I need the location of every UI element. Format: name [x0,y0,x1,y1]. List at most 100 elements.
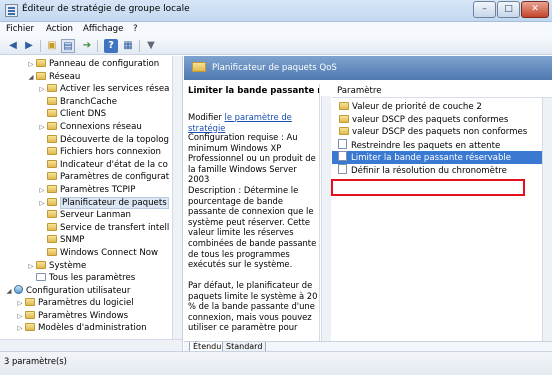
filter-icon[interactable]: ▼ [144,39,158,53]
tree-item-label: Service de transfert intell [60,222,170,233]
list-item[interactable]: Valeur de priorité de couche 2 [332,101,552,114]
tree-item[interactable]: Service de transfert intell [0,222,178,235]
list-item-label: valeur DSCP des paquets non conformes [352,127,528,138]
tree-item[interactable]: Découverte de la topolog [0,134,178,147]
folder-icon [47,247,57,256]
list-item[interactable]: Restreindre les paquets en attente [332,138,552,152]
folder-icon [36,71,46,80]
expand-arrow-icon[interactable]: ▷ [38,184,46,197]
tree-item[interactable]: ▷ Paramètres du logiciel [0,297,178,310]
list-vscroll[interactable] [542,98,552,341]
highlight-annotation [331,179,525,196]
folder-icon [47,210,57,219]
column-header-parametre[interactable]: Paramètre [332,84,552,98]
tree-item[interactable]: Indicateur d'état de la co [0,159,178,172]
tree-item[interactable]: ▷ Panneau de configuration [0,58,178,71]
tree-item[interactable]: ▷ Activer les services résea [0,83,178,96]
tree-item[interactable]: ▷ Paramètres Windows [0,310,178,323]
collapse-arrow-icon[interactable]: ◢ [27,71,35,84]
menu-fichier[interactable]: Fichier [6,24,34,34]
list-item-label: Restreindre les paquets en attente [351,140,501,151]
tree-item[interactable]: ▷ Modèles d'administration [0,322,178,335]
expand-arrow-icon[interactable]: ▷ [38,197,46,210]
tree-vscroll[interactable] [172,56,182,339]
tree-item[interactable]: SNMP [0,234,178,247]
description-title: Limiter la bande passante réservable [188,86,319,96]
policy-setting-icon [338,151,347,162]
folder-icon [25,298,35,307]
tree-item[interactable]: Windows Connect Now [0,247,178,260]
tree-item[interactable]: Fichiers hors connexion [0,146,178,159]
expand-arrow-icon[interactable]: ▷ [16,297,24,310]
status-bar: 3 paramètre(s) [0,351,552,375]
tree-item[interactable]: ▷ Système [0,260,178,273]
minimize-button[interactable]: – [473,1,496,18]
tree-item[interactable]: ▷ Planificateur de paquets [0,196,178,210]
list-item-label: Valeur de priorité de couche 2 [352,102,482,112]
folder-icon [47,134,57,143]
modify-prefix: Modifier [188,112,225,122]
folder-icon [339,102,349,110]
folder-icon [339,114,349,123]
list-item[interactable]: valeur DSCP des paquets conformes [332,114,552,127]
policy-setting-icon [338,163,347,174]
maximize-button[interactable]: □ [497,1,520,18]
folder-icon [339,127,349,136]
tree-item[interactable]: BranchCache [0,96,178,109]
tree-item-label: Panneau de configuration [49,59,160,69]
expand-arrow-icon[interactable]: ▷ [16,322,24,335]
tree-item-label: Windows Connect Now [60,247,159,258]
tree-item[interactable]: ◢ Configuration utilisateur [0,284,178,298]
menu-action[interactable]: Action [46,24,73,34]
forward-icon[interactable]: ▶ [22,39,36,53]
properties-icon[interactable]: ▦ [121,39,135,53]
folder-icon [47,222,57,231]
folder-icon [36,260,46,269]
up-icon[interactable]: ▣ [45,39,59,53]
tree-item[interactable]: Client DNS [0,108,178,121]
back-icon[interactable]: ◀ [6,39,20,53]
list-item[interactable]: valeur DSCP des paquets non conformes [332,126,552,139]
tree-item-label: Système [49,260,87,271]
tree-item-label: Fichiers hors connexion [60,147,161,158]
list-item[interactable]: Limiter la bande passante réservable [332,151,552,164]
tree-pane[interactable]: ▷ Panneau de configuration ◢ Réseau ▷ Activer… [0,56,183,351]
tree-item[interactable]: Serveur Lanman [0,209,178,222]
collapse-arrow-icon[interactable]: ◢ [5,285,13,298]
requirements-text: Configuration requise : Au minimum Windo… [188,132,316,185]
list-item[interactable]: Définir la résolution du chronomètre [332,163,552,177]
tree-item[interactable]: ◢ Réseau [0,71,178,84]
expand-arrow-icon[interactable]: ▷ [16,310,24,323]
description-text: Description : Détermine le pourcentage d… [188,185,317,270]
expand-arrow-icon[interactable]: ▷ [38,83,46,96]
folder-icon [47,172,57,181]
tree-item[interactable]: ▷ Connexions réseau [0,121,178,134]
close-button[interactable]: ✕ [521,1,549,18]
tree-item-label: Paramètres Windows [38,310,129,321]
help-icon[interactable]: ? [104,39,118,53]
details-header: Planificateur de paquets QoS [184,56,552,80]
tree-hscroll[interactable] [0,339,182,351]
description-pane: Limiter la bande passante réservable Mod… [184,84,320,341]
show-tree-icon[interactable]: ▤ [61,39,75,53]
description-vscroll[interactable] [321,96,331,343]
expand-arrow-icon[interactable]: ▷ [27,260,35,273]
tree-item-label: Activer les services résea [60,84,170,95]
tree-item-label: Serveur Lanman [60,210,131,221]
expand-arrow-icon[interactable]: ▷ [27,58,35,71]
tree-item[interactable]: ▷ Paramètres TCPIP [0,184,178,197]
folder-icon [25,323,35,332]
folder-icon [47,159,57,168]
details-pane: Planificateur de paquets QoS Limiter la … [184,56,552,352]
tree-item[interactable]: Tous les paramètres [0,272,178,285]
tree-item-label: Paramètres du logiciel [38,298,134,309]
toolbar: ◀ ▶ ▣ ▤ ➔ ? ▦ ▼ [0,37,552,55]
tree-item[interactable]: Paramètres de configurat [0,171,178,184]
menu-affichage[interactable]: Affichage [83,24,123,34]
toolbar-separator [40,40,41,52]
expand-arrow-icon[interactable]: ▷ [38,121,46,134]
export-icon[interactable]: ➔ [80,39,94,53]
toolbar-separator [139,40,140,52]
list-item-label: Définir la résolution du chronomètre [351,165,507,176]
menu-help[interactable]: ? [133,24,138,34]
